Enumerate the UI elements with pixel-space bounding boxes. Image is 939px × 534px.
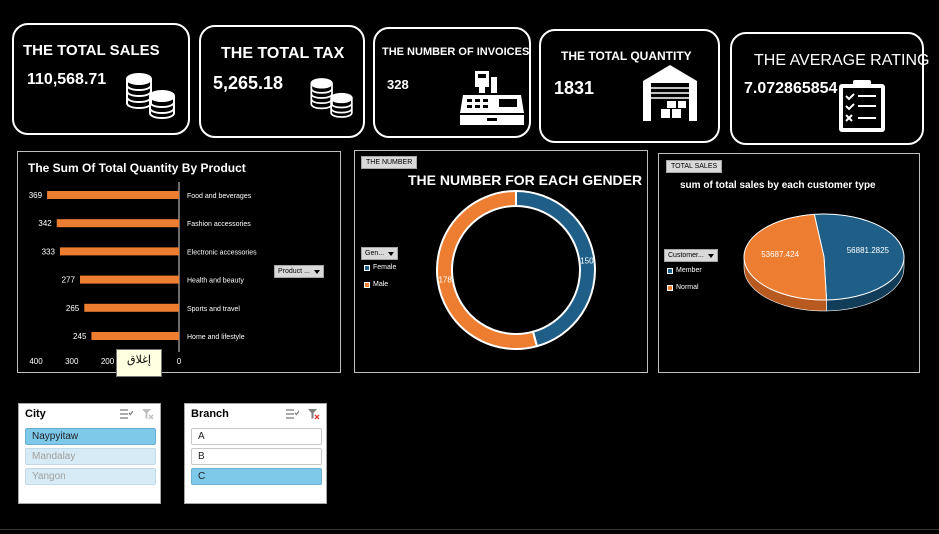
legend-swatch bbox=[667, 284, 673, 291]
kpi-total-quantity: THE TOTAL QUANTITY 1831 bbox=[539, 29, 720, 143]
bar-4 bbox=[84, 303, 179, 312]
kpi-total-tax: THE TOTAL TAX 5,265.18 bbox=[199, 25, 365, 138]
checklist-clipboard-icon bbox=[839, 80, 885, 132]
chevron-down-icon bbox=[313, 269, 320, 274]
kpi-value: 1831 bbox=[554, 78, 595, 98]
pie-value-label: 53687.424 bbox=[761, 250, 799, 259]
bar-chart-panel: The Sum Of Total Quantity By Product 369… bbox=[17, 151, 341, 373]
legend-label: Male bbox=[373, 281, 389, 288]
slicer-item-naypyitaw[interactable]: Naypyitaw bbox=[25, 428, 156, 445]
x-tick-label: 200 bbox=[101, 357, 115, 366]
chevron-down-icon bbox=[388, 251, 395, 256]
bar-5 bbox=[91, 332, 179, 340]
clear-filter-icon[interactable] bbox=[141, 408, 154, 420]
kpi-value: 110,568.71 bbox=[27, 71, 107, 88]
coins-icon bbox=[126, 73, 175, 120]
kpi-value: 5,265.18 bbox=[213, 73, 284, 93]
kpi-title: THE TOTAL SALES bbox=[23, 42, 160, 59]
donut-value-label: 178 bbox=[438, 276, 452, 285]
kpi-title: THE TOTAL QUANTITY bbox=[561, 49, 692, 63]
slicer-item-c[interactable]: C bbox=[191, 468, 322, 485]
kpi-total-sales: THE TOTAL SALES 110,568.71 bbox=[12, 23, 190, 135]
category-label: Fashion accessories bbox=[187, 221, 251, 228]
cash-register-icon bbox=[460, 71, 524, 125]
branch-slicer: Branch A B C bbox=[184, 403, 327, 504]
clear-filter-icon[interactable] bbox=[307, 408, 320, 420]
category-label: Food and beverages bbox=[187, 193, 252, 200]
slicer-title: City bbox=[25, 408, 46, 420]
warehouse-icon bbox=[643, 65, 697, 121]
slicer-item-a[interactable]: A bbox=[191, 428, 322, 445]
filter-label: Gen... bbox=[365, 250, 385, 257]
bar-3 bbox=[79, 275, 179, 284]
slicer-item-yangon[interactable]: Yangon bbox=[25, 468, 156, 485]
kpi-title: THE TOTAL TAX bbox=[221, 45, 345, 62]
bar-value-label: 265 bbox=[66, 304, 80, 313]
multi-select-icon[interactable] bbox=[285, 408, 299, 420]
category-label: Health and beauty bbox=[187, 278, 244, 285]
legend-item-male[interactable]: Male bbox=[364, 281, 388, 288]
product-filter-dropdown[interactable]: Product ... bbox=[274, 265, 324, 278]
bar-2 bbox=[59, 247, 179, 256]
kpi-average-rating: THE AVERAGE RATING 7.072865854 bbox=[730, 32, 929, 145]
pie-value-label: 56881.2825 bbox=[847, 246, 890, 255]
legend-label: Female bbox=[373, 264, 397, 271]
legend-item-female[interactable]: Female bbox=[364, 264, 396, 271]
donut-slice-male bbox=[436, 189, 539, 350]
chevron-down-icon bbox=[707, 253, 714, 258]
filter-label: Product ... bbox=[278, 268, 310, 275]
legend-item-normal[interactable]: Normal bbox=[667, 284, 699, 291]
bar-chart: 369 Food and beverages 342 Fashion accessor… bbox=[29, 182, 257, 366]
kpi-invoices: THE NUMBER OF INVOICES 328 bbox=[373, 27, 531, 138]
category-label: Sports and travel bbox=[187, 306, 240, 313]
legend-swatch bbox=[667, 267, 673, 274]
kpi-value: 328 bbox=[387, 77, 409, 92]
legend-swatch bbox=[364, 281, 370, 288]
bar-1 bbox=[56, 219, 179, 228]
legend-swatch bbox=[364, 264, 370, 271]
x-tick-label: 0 bbox=[177, 357, 182, 366]
bar-0 bbox=[47, 191, 179, 199]
filter-label: Customer... bbox=[668, 252, 704, 259]
x-tick-label: 300 bbox=[65, 357, 79, 366]
bar-value-label: 342 bbox=[38, 219, 52, 228]
multi-select-icon[interactable] bbox=[119, 408, 133, 420]
legend-label: Normal bbox=[676, 284, 699, 291]
pie-chart: 56881.2825 53687.424 bbox=[743, 213, 905, 312]
bar-value-label: 333 bbox=[42, 247, 56, 256]
donut-value-label: 150 bbox=[580, 256, 594, 265]
donut-chart: 150 178 bbox=[436, 189, 596, 350]
kpi-title: THE AVERAGE RATING bbox=[754, 52, 930, 69]
bar-value-label: 369 bbox=[29, 191, 43, 200]
bar-value-label: 245 bbox=[73, 332, 87, 341]
customer-chart-panel: TOTAL SALES sum of total sales by each c… bbox=[658, 153, 920, 373]
close-tooltip: إغلاق bbox=[116, 349, 162, 377]
category-label: Electronic accessories bbox=[187, 249, 257, 256]
customer-filter-dropdown[interactable]: Customer... bbox=[664, 249, 718, 262]
legend-label: Member bbox=[676, 267, 702, 274]
city-slicer: City Naypyitaw Mandalay Yangon bbox=[18, 403, 161, 504]
kpi-title: THE NUMBER OF INVOICES bbox=[382, 46, 530, 58]
gender-chart-panel: THE NUMBER THE NUMBER FOR EACH GENDER 15… bbox=[354, 150, 648, 373]
slicer-item-b[interactable]: B bbox=[191, 448, 322, 465]
gender-filter-dropdown[interactable]: Gen... bbox=[361, 247, 399, 260]
bar-value-label: 277 bbox=[62, 276, 76, 285]
kpi-value: 7.072865854 bbox=[744, 80, 838, 97]
x-tick-label: 400 bbox=[29, 357, 43, 366]
slicer-item-mandalay[interactable]: Mandalay bbox=[25, 448, 156, 465]
coins-icon bbox=[310, 78, 353, 118]
slicer-title: Branch bbox=[191, 408, 229, 420]
legend-item-member[interactable]: Member bbox=[667, 267, 702, 274]
sheet-gridline bbox=[0, 529, 939, 534]
donut-slice-female bbox=[515, 189, 596, 348]
category-label: Home and lifestyle bbox=[187, 334, 245, 341]
